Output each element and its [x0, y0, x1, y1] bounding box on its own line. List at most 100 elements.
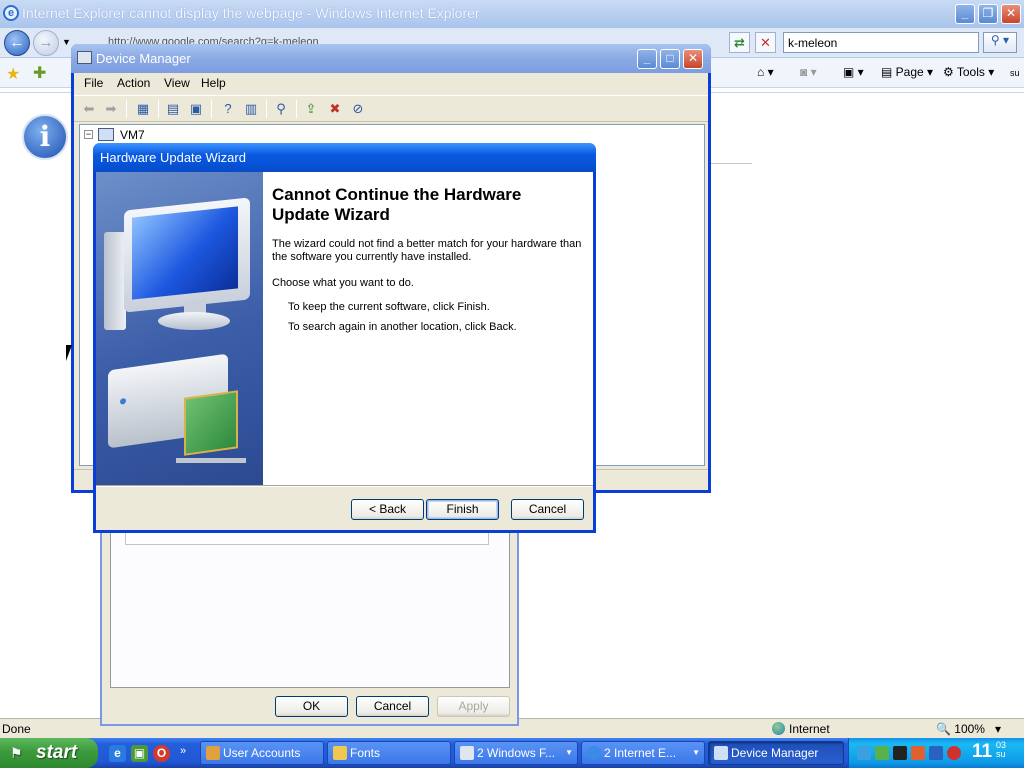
- clock-day: su: [996, 749, 1006, 759]
- help-icon[interactable]: ?: [219, 100, 237, 118]
- zoom-level: 100%: [954, 722, 985, 736]
- task-label: Fonts: [350, 746, 381, 760]
- cancel-button[interactable]: Cancel: [356, 696, 429, 717]
- task-internet-explorer[interactable]: 2 Internet E... ▼: [581, 741, 705, 765]
- disable-device-icon[interactable]: ⊘: [349, 100, 367, 118]
- show-hide-tree-icon[interactable]: ▦: [134, 100, 152, 118]
- ie-title-bar[interactable]: e Internet Explorer cannot display the w…: [0, 0, 1024, 28]
- app-tray-icon[interactable]: [893, 746, 907, 760]
- page-menu[interactable]: ▤ Page ▾: [881, 65, 933, 79]
- task-label: 2 Windows F...: [477, 746, 556, 760]
- ie-window-title: Internet Explorer cannot display the web…: [22, 5, 480, 21]
- windows-flag-icon: ⚑: [10, 745, 23, 761]
- tools-menu[interactable]: ⚙ Tools ▾: [943, 65, 994, 79]
- user-accounts-icon: [206, 746, 220, 760]
- task-windows-folders[interactable]: 2 Windows F... ▼: [454, 741, 578, 765]
- wizard-title: Hardware Update Wizard: [100, 150, 246, 165]
- computer-icon: [98, 128, 114, 141]
- device-manager-title: Device Manager: [96, 51, 191, 66]
- start-label: start: [36, 742, 78, 763]
- ie-maximize-button[interactable]: ❐: [978, 4, 998, 24]
- add-favorites-icon[interactable]: ✚: [33, 63, 46, 83]
- uninstall-icon[interactable]: ✖: [326, 100, 344, 118]
- ie-logo-icon: e: [3, 5, 19, 21]
- ie-quicklaunch-icon[interactable]: e: [109, 745, 126, 762]
- wizard-separator: [96, 485, 593, 487]
- card-bracket-graphic: [176, 458, 246, 463]
- device-manager-title-bar[interactable]: Device Manager _ □ ✕: [71, 44, 711, 73]
- menu-action[interactable]: Action: [117, 76, 150, 90]
- toolbar-separator: [158, 100, 159, 118]
- cancel-button[interactable]: Cancel: [511, 499, 584, 520]
- start-button[interactable]: ⚑ start: [0, 738, 98, 768]
- task-user-accounts[interactable]: User Accounts: [200, 741, 324, 765]
- wizard-message: The wizard could not find a better match…: [272, 238, 582, 263]
- device-manager-icon: [77, 51, 92, 64]
- dm-maximize-button[interactable]: □: [660, 49, 680, 69]
- refresh-icon[interactable]: ⇄: [729, 32, 750, 53]
- favorites-star-icon[interactable]: ★: [6, 64, 20, 84]
- ie-close-button[interactable]: ✕: [1001, 4, 1021, 24]
- security-zone: Internet: [772, 722, 830, 736]
- info-icon: i: [22, 114, 68, 160]
- ie-minimize-button[interactable]: _: [955, 4, 975, 24]
- dm-close-button[interactable]: ✕: [683, 49, 703, 69]
- back-arrow-icon[interactable]: ←: [4, 30, 30, 56]
- alert-tray-icon[interactable]: [911, 746, 925, 760]
- stop-icon[interactable]: ✕: [755, 32, 776, 53]
- task-fonts[interactable]: Fonts: [327, 741, 451, 765]
- recent-pages-dropdown-icon[interactable]: ▼: [62, 37, 71, 47]
- ok-button[interactable]: OK: [275, 696, 348, 717]
- circuit-board-graphic: [184, 390, 238, 456]
- clock-detail: 03 su: [996, 741, 1006, 759]
- display-tray-icon[interactable]: [929, 746, 943, 760]
- page-menu-label: Page: [895, 65, 924, 79]
- warning-tray-icon[interactable]: [947, 746, 961, 760]
- forward-icon[interactable]: ➡: [102, 100, 120, 118]
- device-manager-task-icon: [714, 746, 728, 760]
- task-device-manager[interactable]: Device Manager: [708, 741, 844, 765]
- hardware-update-wizard: Hardware Update Wizard Cannot Continue t…: [93, 143, 596, 533]
- print-icon[interactable]: ▣: [187, 100, 205, 118]
- wizard-title-bar[interactable]: Hardware Update Wizard: [93, 143, 596, 172]
- finish-button[interactable]: Finish: [426, 499, 499, 520]
- properties-icon[interactable]: ▤: [164, 100, 182, 118]
- back-button[interactable]: < Back: [351, 499, 424, 520]
- dm-minimize-button[interactable]: _: [637, 49, 657, 69]
- collapse-icon[interactable]: −: [84, 130, 93, 139]
- home-icon[interactable]: ⌂ ▾: [757, 65, 774, 79]
- computer-tower-graphic: [104, 232, 126, 330]
- tree-root-computer[interactable]: VM7: [120, 128, 145, 142]
- wizard-prompt: Choose what you want to do.: [272, 277, 414, 289]
- back-icon[interactable]: ⬅: [80, 100, 98, 118]
- monitor-stand-graphic: [158, 312, 230, 330]
- menu-file[interactable]: File: [84, 76, 103, 90]
- window-group-icon: [460, 746, 474, 760]
- zone-label: Internet: [789, 722, 830, 736]
- feeds-icon[interactable]: ◙ ▾: [800, 65, 817, 79]
- scan-hardware-icon[interactable]: ⚲: [272, 100, 290, 118]
- group-dropdown-icon: ▼: [692, 748, 700, 757]
- menu-help[interactable]: Help: [201, 76, 226, 90]
- search-input[interactable]: k-meleon: [783, 32, 979, 53]
- search-icon[interactable]: ⚲ ▾: [983, 32, 1017, 53]
- opera-quicklaunch-icon[interactable]: O: [153, 745, 170, 762]
- wizard-side-banner: [96, 172, 263, 485]
- update-driver-icon[interactable]: ⇪: [302, 100, 320, 118]
- media-quicklaunch-icon[interactable]: ▣: [131, 745, 148, 762]
- ie-task-icon: [587, 746, 601, 760]
- forward-arrow-icon[interactable]: →: [33, 30, 59, 56]
- taskbar: ⚑ start e ▣ O » User Accounts Fonts 2 Wi…: [0, 738, 1024, 768]
- apply-button: Apply: [437, 696, 510, 717]
- view-icon[interactable]: ▥: [242, 100, 260, 118]
- clock-hour[interactable]: 11: [972, 741, 992, 763]
- task-label: User Accounts: [223, 746, 301, 760]
- menu-view[interactable]: View: [164, 76, 190, 90]
- quicklaunch-expand-icon[interactable]: »: [180, 745, 186, 757]
- task-label: Device Manager: [731, 746, 819, 760]
- network-tray-icon[interactable]: [857, 746, 871, 760]
- print-icon[interactable]: ▣ ▾: [843, 65, 864, 79]
- tab-overflow-label: su: [1010, 68, 1020, 78]
- security-tray-icon[interactable]: [875, 746, 889, 760]
- zoom-control[interactable]: 🔍 100% ▾: [936, 722, 1001, 736]
